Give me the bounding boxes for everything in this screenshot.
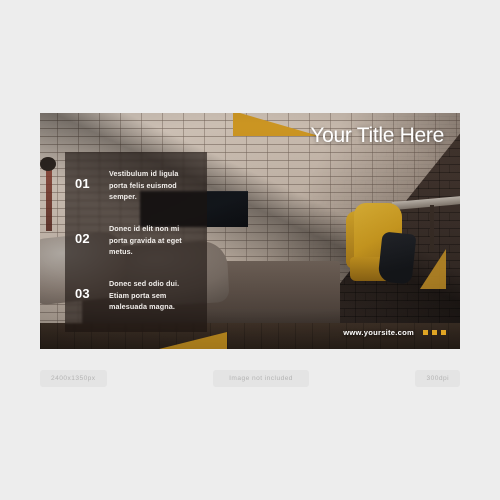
feature-text: Vestibulum id ligula porta felis euismod… — [109, 169, 179, 202]
caption-notice: Image not included — [213, 369, 309, 387]
square-dot-icon — [423, 330, 428, 335]
feature-text: Donec id elit non mi porta gravida at eg… — [109, 223, 182, 257]
square-dot-icon — [432, 330, 437, 335]
square-dot-icon — [441, 330, 446, 335]
banner-headline: Your Title Here — [310, 124, 444, 147]
feature-number: 02 — [75, 230, 90, 246]
banner-footer: www.yoursite.com — [343, 328, 446, 337]
site-url[interactable]: www.yoursite.com — [343, 328, 414, 337]
feature-item-02: 02 Donec id elit non mi porta gravida at… — [65, 223, 197, 258]
caption-dpi: 300dpi — [415, 369, 460, 387]
lamp-head-icon — [40, 157, 56, 171]
feature-list: 01 Vestibulum id ligula porta felis euis… — [65, 152, 207, 332]
feature-number: 01 — [75, 176, 90, 191]
feature-item-01: 01 Vestibulum id ligula porta felis euis… — [65, 168, 197, 203]
dot-group — [423, 330, 446, 335]
floor-lamp-icon — [46, 165, 52, 231]
feature-text: Donec sed odio dui. Etiam porta sem male… — [109, 278, 180, 312]
caption-row: 2400x1350px Image not included 300dpi — [40, 368, 460, 388]
caption-dimensions: 2400x1350px — [40, 369, 107, 387]
yellow-armchair-icon — [346, 203, 417, 287]
table-leg-icon — [430, 205, 434, 251]
feature-item-03: 03 Donec sed odio dui. Etiam porta sem m… — [65, 278, 197, 313]
mockup-stage: 01 Vestibulum id ligula porta felis euis… — [0, 0, 500, 500]
feature-panel: 01 Vestibulum id ligula porta felis euis… — [65, 152, 207, 332]
feature-number: 03 — [75, 285, 90, 301]
banner-artwork[interactable]: 01 Vestibulum id ligula porta felis euis… — [40, 113, 460, 349]
